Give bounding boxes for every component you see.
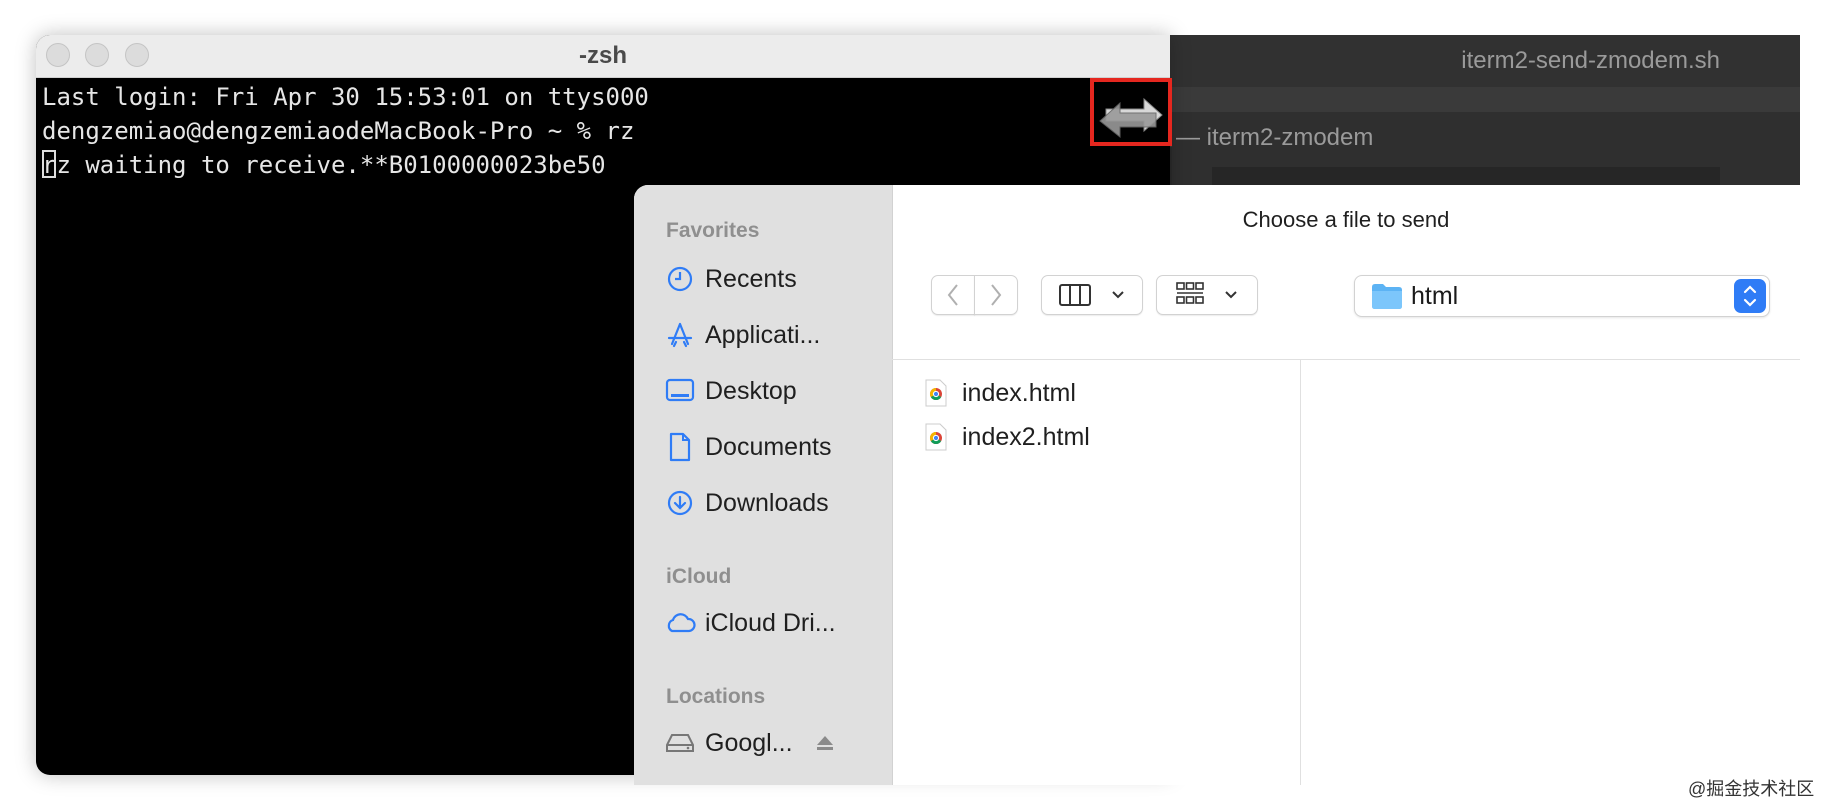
sidebar-item-documents[interactable]: Documents <box>664 427 874 467</box>
document-icon <box>664 431 696 463</box>
download-icon <box>664 487 696 519</box>
cloud-icon <box>664 607 696 639</box>
terminal-line-3: rz waiting to receive.**B0100000023be50 <box>42 150 606 179</box>
folder-icon <box>1372 284 1402 309</box>
sidebar-item-label: Googl... <box>705 728 793 757</box>
zmodem-icon-highlight-box <box>1090 78 1172 146</box>
location-dropdown-value: html <box>1411 282 1459 310</box>
sidebar-item-downloads[interactable]: Downloads <box>664 483 874 523</box>
sidebar-item-desktop[interactable]: Desktop <box>664 371 874 411</box>
updown-chevron-icon <box>1734 279 1766 313</box>
chevron-right-icon <box>991 284 1002 306</box>
sidebar-item-label: Recents <box>705 264 797 293</box>
terminal-line-1: Last login: Fri Apr 30 15:53:01 on ttys0… <box>42 83 649 111</box>
sidebar-item-label: iCloud Dri... <box>705 608 836 637</box>
file-name: index.html <box>962 378 1076 407</box>
dialog-sidebar: Favorites Recents Applicati... Desktop D… <box>634 185 893 785</box>
desktop-icon <box>664 375 696 407</box>
sidebar-item-label: Documents <box>705 432 832 461</box>
grid-icon <box>1176 282 1204 304</box>
sidebar-item-label: Downloads <box>705 488 829 517</box>
chevron-down-icon <box>1112 291 1124 299</box>
terminal-line-2: dengzemiao@dengzemiaodeMacBook-Pro ~ % r… <box>42 117 635 145</box>
eject-icon[interactable] <box>815 734 835 752</box>
view-mode-button[interactable] <box>1041 275 1143 315</box>
terminal-titlebar[interactable]: -zsh <box>36 35 1170 78</box>
file-item[interactable]: index2.html <box>924 419 1284 455</box>
background-editor-title: iterm2-send-zmodem.sh <box>1160 35 1800 87</box>
file-name: index2.html <box>962 422 1090 451</box>
location-dropdown[interactable]: html <box>1354 275 1770 317</box>
terminal-cursor <box>42 150 56 178</box>
forward-button[interactable] <box>974 275 1018 315</box>
sidebar-item-applications[interactable]: Applicati... <box>664 315 874 355</box>
terminal-title: -zsh <box>579 42 627 69</box>
columns-view-icon <box>1059 284 1091 306</box>
back-button[interactable] <box>931 275 975 315</box>
chevron-down-icon <box>1225 291 1237 299</box>
sidebar-item-label: Desktop <box>705 376 797 405</box>
column-divider <box>1300 360 1301 785</box>
favorites-header: Favorites <box>666 219 760 242</box>
background-zmodem-title: — iterm2-zmodem <box>1176 124 1374 151</box>
icloud-header: iCloud <box>666 565 732 588</box>
applications-icon <box>664 319 696 351</box>
file-chooser-dialog: Favorites Recents Applicati... Desktop D… <box>634 185 1800 785</box>
chevron-left-icon <box>947 284 958 306</box>
group-by-button[interactable] <box>1156 275 1258 315</box>
clock-icon <box>664 263 696 295</box>
sidebar-item-google-drive[interactable]: Googl... <box>664 723 874 763</box>
drive-icon <box>664 727 696 759</box>
file-item[interactable]: index.html <box>924 375 1284 411</box>
sidebar-item-icloud-drive[interactable]: iCloud Dri... <box>664 603 874 643</box>
background-zmodem-window: — iterm2-zmodem <box>1172 112 1800 192</box>
chrome-html-icon <box>925 423 947 451</box>
dialog-title: Choose a file to send <box>1242 207 1450 232</box>
locations-header: Locations <box>666 685 766 708</box>
watermark: @掘金技术社区 <box>1688 779 1815 799</box>
sidebar-item-recents[interactable]: Recents <box>664 259 874 299</box>
chrome-html-icon <box>925 379 947 407</box>
toolbar-divider <box>892 359 1800 360</box>
sidebar-item-label: Applicati... <box>705 320 821 349</box>
